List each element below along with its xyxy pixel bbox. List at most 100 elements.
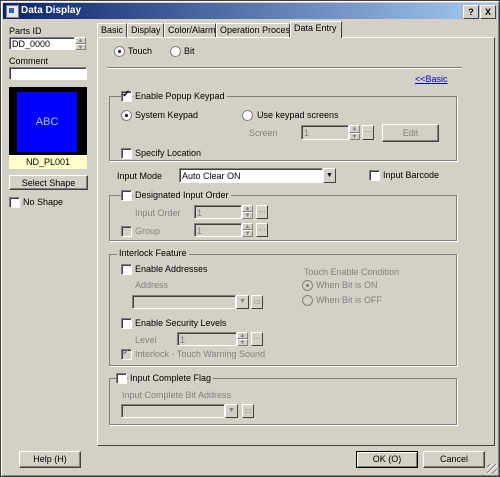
group-value: 1 [197, 226, 203, 236]
designated-input-order-group [109, 195, 457, 241]
help-button[interactable]: Help (H) [19, 451, 81, 468]
warning-sound-checkbox[interactable]: ✓ [121, 347, 132, 360]
use-keypad-screens-label: Use keypad screens [257, 110, 339, 120]
input-complete-flag-label: Input Complete Flag [128, 373, 214, 383]
level-browse-button[interactable]: ⋯ [251, 332, 263, 346]
title-bar[interactable]: Data Display ? X [3, 3, 497, 19]
no-shape-label: No Shape [23, 197, 64, 207]
cancel-label: Cancel [439, 454, 468, 464]
window-title: Data Display [21, 5, 82, 16]
level-value: 1 [180, 335, 186, 345]
separator [107, 67, 462, 69]
tab-label: Display [131, 25, 161, 35]
tab-label: Operation Process [220, 25, 295, 35]
enable-popup-keypad-label: Enable Popup Keypad [133, 91, 227, 101]
tab-operation-process[interactable]: Operation Process [216, 23, 295, 37]
preview-text: ABC [35, 116, 59, 128]
screen-browse-button[interactable]: ⋯ [362, 125, 374, 140]
input-complete-flag-checkbox[interactable] [116, 373, 127, 384]
tab-color-alarm[interactable]: Color/Alarm [164, 23, 216, 37]
tab-display[interactable]: Display [127, 23, 164, 37]
input-order-field[interactable]: 1 [194, 205, 242, 219]
shape-preview[interactable]: ABC ND_PL001 [9, 87, 87, 169]
enable-addresses-checkbox[interactable] [121, 264, 132, 275]
specify-location-checkbox[interactable] [121, 148, 132, 159]
tab-label: Color/Alarm [168, 25, 216, 35]
preview-name: ND_PL001 [25, 157, 71, 167]
input-barcode-label: Input Barcode [383, 170, 440, 180]
input-order-spinner[interactable]: ▲ ▼ [242, 205, 253, 219]
input-complete-dropdown-icon[interactable]: ▼ [225, 404, 238, 418]
designated-input-order-checkbox[interactable] [121, 190, 132, 201]
input-mode-dropdown-icon[interactable]: ▼ [323, 168, 336, 183]
data-display-dialog: Data Display ? X Parts ID DD_0000 ▲ ▼ Com… [0, 0, 500, 477]
input-mode-select[interactable]: Auto Clear ON [179, 168, 323, 183]
input-barcode-checkbox[interactable] [369, 170, 380, 181]
app-icon [6, 5, 19, 18]
comment-label: Comment [9, 56, 49, 66]
input-order-value: 1 [197, 208, 203, 218]
group-checkbox[interactable] [121, 226, 132, 237]
input-order-browse-button[interactable]: ⋯ [256, 205, 268, 219]
select-shape-label: Select Shape [21, 178, 76, 188]
parts-id-label: Parts ID [9, 26, 42, 36]
screen-label: Screen [249, 128, 278, 138]
enable-security-levels-label: Enable Security Levels [135, 318, 227, 328]
input-order-label: Input Order [135, 208, 181, 218]
address-input-button[interactable]: ▭ [251, 295, 263, 309]
help-label: Help (H) [33, 454, 67, 464]
tab-label: Data Entry [294, 23, 337, 33]
screen-spinner[interactable]: ▲ ▼ [349, 125, 360, 140]
screen-field[interactable]: 1 [301, 125, 349, 140]
group-field[interactable]: 1 [194, 223, 242, 237]
when-bit-off-radio[interactable] [302, 295, 313, 306]
level-field[interactable]: 1 [177, 332, 237, 346]
touch-label: Touch [128, 46, 153, 56]
designated-input-order-label: Designated Input Order [133, 190, 231, 200]
basic-link[interactable]: <<Basic [415, 74, 448, 84]
select-shape-button[interactable]: Select Shape [9, 175, 88, 190]
ok-button[interactable]: OK (O) [356, 451, 418, 468]
resize-grip[interactable] [487, 464, 497, 474]
system-keypad-radio[interactable] [121, 110, 132, 121]
use-keypad-screens-radio[interactable] [242, 110, 253, 121]
screen-value: 1 [304, 128, 310, 138]
level-label: Level [135, 335, 157, 345]
group-browse-button[interactable]: ⋯ [256, 223, 268, 237]
no-shape-checkbox[interactable] [9, 197, 20, 208]
edit-button[interactable]: Edit [382, 124, 439, 142]
close-title-button[interactable]: X [480, 5, 496, 19]
input-complete-bit-address-label: Input Complete Bit Address [122, 390, 232, 400]
when-bit-on-radio[interactable] [302, 280, 313, 291]
parts-id-value: DD_0000 [12, 39, 51, 49]
address-dropdown-icon[interactable]: ▼ [236, 295, 249, 309]
address-field[interactable] [132, 295, 236, 309]
parts-id-spinner[interactable]: ▲ ▼ [75, 37, 86, 50]
address-label: Address [135, 280, 169, 290]
touch-radio[interactable] [114, 46, 125, 57]
specify-location-label: Specify Location [135, 148, 202, 158]
input-complete-bit-address-field[interactable] [121, 404, 225, 418]
comment-field[interactable] [9, 67, 87, 80]
tab-basic[interactable]: Basic [97, 23, 127, 37]
tab-label: Basic [101, 25, 124, 35]
input-mode-label: Input Mode [117, 171, 163, 181]
group-spinner[interactable]: ▲ ▼ [242, 223, 253, 237]
bit-radio[interactable] [170, 46, 181, 57]
parts-id-field[interactable]: DD_0000 [9, 37, 75, 50]
cancel-button[interactable]: Cancel [423, 451, 485, 468]
warning-sound-label: Interlock - Touch Warning Sound [135, 349, 266, 359]
level-spinner[interactable]: ▲ ▼ [237, 332, 248, 346]
tab-data-entry[interactable]: Data Entry [290, 21, 342, 38]
enable-security-levels-checkbox[interactable] [121, 318, 132, 329]
enable-popup-keypad-checkbox[interactable]: ✓ [121, 89, 132, 102]
ok-label: OK (O) [372, 454, 402, 464]
when-bit-off-label: When Bit is OFF [316, 295, 383, 305]
preview-shape: ABC [17, 92, 77, 152]
input-complete-address-button[interactable]: ▭ [242, 404, 254, 418]
help-title-button[interactable]: ? [463, 5, 479, 19]
input-mode-value: Auto Clear ON [182, 171, 241, 181]
edit-label: Edit [402, 128, 419, 138]
bit-label: Bit [184, 46, 195, 56]
touch-enable-condition-label: Touch Enable Condition [304, 267, 400, 277]
